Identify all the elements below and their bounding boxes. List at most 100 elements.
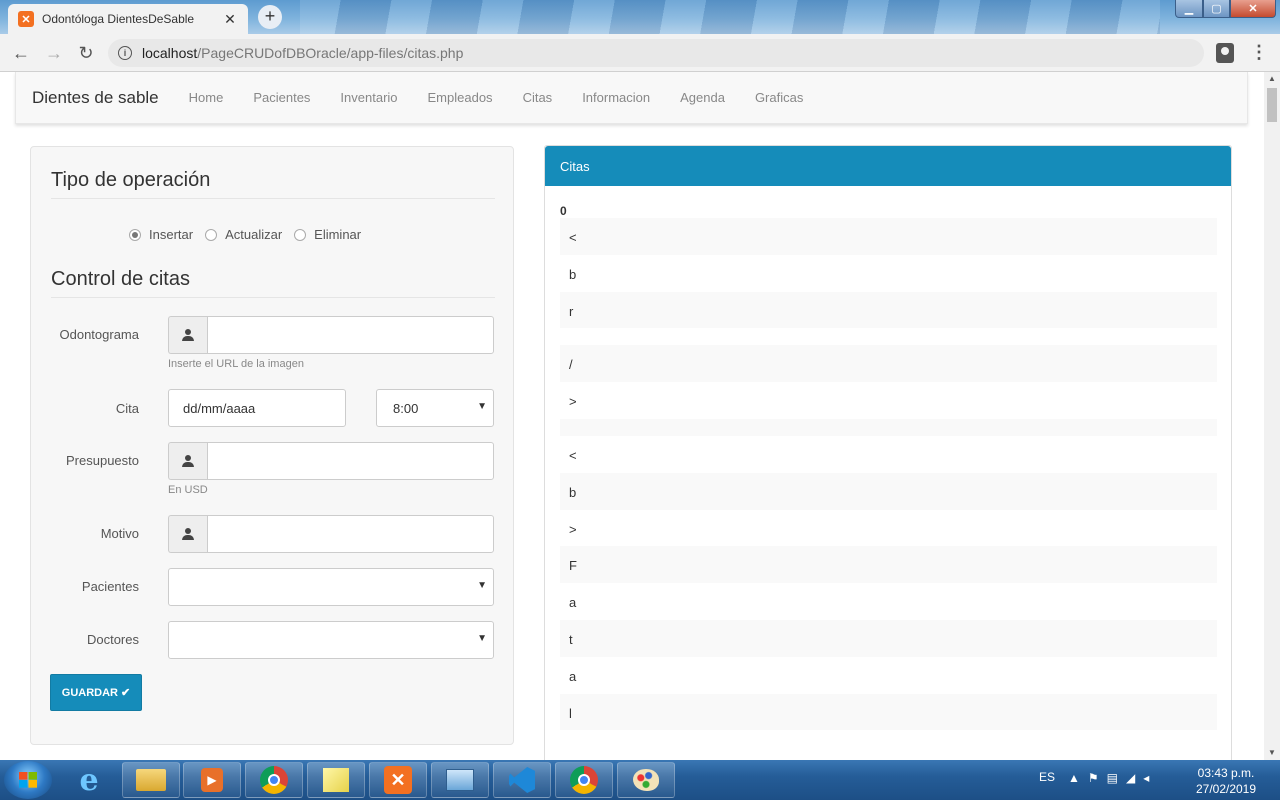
language-indicator[interactable]: ES	[1039, 770, 1055, 784]
list-item-spacer	[560, 328, 1217, 345]
motivo-input[interactable]	[207, 515, 494, 553]
list-item: a	[569, 595, 577, 611]
paint-icon[interactable]	[617, 762, 675, 798]
radio-eliminar-label[interactable]: Eliminar	[314, 227, 361, 242]
user-icon	[182, 455, 194, 467]
scroll-up-icon[interactable]: ▲	[1264, 72, 1280, 86]
chevron-down-icon: ▼	[477, 580, 487, 591]
chevron-down-icon: ▼	[477, 401, 487, 412]
xampp-icon[interactable]: ✕	[369, 762, 427, 798]
user-icon	[182, 329, 194, 341]
user-addon	[168, 316, 207, 354]
sticky-notes-icon[interactable]	[307, 762, 365, 798]
motivo-label: Motivo	[100, 526, 139, 541]
list-item: b	[560, 472, 1217, 510]
vscode-icon[interactable]	[493, 762, 551, 798]
nav-link-empleados[interactable]: Empleados	[428, 90, 493, 105]
cita-label: Cita	[115, 401, 139, 416]
chevron-down-icon: ▼	[477, 633, 487, 644]
odontograma-label: Odontograma	[59, 327, 140, 342]
internet-explorer-icon[interactable]: e	[60, 762, 118, 798]
operation-radio-group: Insertar Actualizar Eliminar	[129, 227, 365, 242]
page-scrollbar[interactable]: ▲ ▼	[1264, 72, 1280, 760]
list-item: t	[560, 619, 1217, 657]
url-path: /PageCRUDofDBOracle/app-files/citas.php	[197, 45, 464, 61]
browser-tab[interactable]: ✕ Odontóloga DientesDeSable ✕	[8, 4, 248, 34]
cita-date-input[interactable]: dd/mm/aaaa	[168, 389, 346, 427]
user-icon	[182, 528, 194, 540]
list-item: >	[569, 521, 577, 537]
list-item: a	[569, 668, 577, 684]
control-panel-icon[interactable]	[431, 762, 489, 798]
reload-icon[interactable]: ↻	[75, 42, 97, 64]
list-item: r	[560, 291, 1217, 329]
window-maximize-button[interactable]: ▢	[1203, 0, 1230, 18]
motivo-input-group	[168, 515, 494, 553]
nav-link-home[interactable]: Home	[189, 90, 224, 105]
radio-insertar[interactable]	[129, 228, 141, 241]
radio-actualizar[interactable]	[205, 228, 218, 241]
windows-taskbar: e ▶ ✕ ES ▲⚑▤◢◂ 03:43 p.m. 27/02/2019	[0, 760, 1280, 800]
browser-menu-icon[interactable]: ⋮	[1250, 42, 1268, 64]
user-addon	[168, 515, 207, 553]
nav-link-agenda[interactable]: Agenda	[680, 90, 725, 105]
odontograma-input-group	[168, 316, 494, 354]
presupuesto-input[interactable]	[207, 442, 494, 480]
list-item: b	[569, 266, 577, 282]
odontograma-input[interactable]	[207, 316, 494, 354]
pacientes-select[interactable]: ▼	[168, 568, 494, 606]
chrome-active-icon[interactable]	[555, 762, 613, 798]
tab-close-icon[interactable]: ✕	[222, 11, 238, 28]
back-arrow-icon[interactable]: ←	[10, 42, 32, 64]
media-player-icon[interactable]: ▶	[183, 762, 241, 798]
address-bar[interactable]: i localhost /PageCRUDofDBOracle/app-file…	[108, 39, 1204, 67]
citas-count: 0	[560, 204, 567, 218]
scroll-down-icon[interactable]: ▼	[1264, 746, 1280, 760]
nav-link-inventario[interactable]: Inventario	[340, 90, 397, 105]
cita-time-select[interactable]: 8:00 ▼	[376, 389, 494, 427]
nav-link-pacientes[interactable]: Pacientes	[253, 90, 310, 105]
pacientes-label: Pacientes	[81, 579, 139, 594]
browser-toolbar: ← → ↻ i localhost /PageCRUDofDBOracle/ap…	[0, 34, 1280, 72]
citas-panel-body: 0 < b r / > < b > F a t a l	[560, 198, 1217, 731]
presupuesto-input-group	[168, 442, 494, 480]
xampp-favicon-icon: ✕	[18, 11, 34, 27]
window-close-button[interactable]: ✕	[1230, 0, 1276, 18]
citas-list-panel: Citas 0 < b r / > < b > F a t a l	[544, 145, 1232, 760]
citas-form-panel: Tipo de operación Insertar Actualizar El…	[30, 146, 514, 745]
forward-arrow-icon[interactable]: →	[43, 42, 65, 64]
cita-time-value: 8:00	[393, 401, 419, 416]
list-item: <	[569, 447, 577, 463]
system-tray-icons[interactable]: ▲⚑▤◢◂	[1068, 771, 1157, 785]
guardar-button[interactable]: GUARDAR ✔	[50, 674, 142, 711]
navbar-brand[interactable]: Dientes de sable	[32, 88, 159, 108]
list-item: >	[569, 394, 577, 410]
nav-link-informacion[interactable]: Informacion	[582, 90, 650, 105]
user-addon	[168, 442, 207, 480]
list-item: l	[560, 693, 1217, 731]
doctores-label: Doctores	[86, 632, 139, 647]
file-explorer-icon[interactable]	[122, 762, 180, 798]
radio-eliminar[interactable]	[294, 228, 307, 241]
nav-link-graficas[interactable]: Graficas	[755, 90, 803, 105]
window-minimize-button[interactable]: ▁	[1175, 0, 1203, 18]
control-citas-heading: Control de citas	[51, 268, 495, 298]
operation-type-heading: Tipo de operación	[51, 169, 495, 199]
list-item: <	[560, 218, 1217, 255]
profile-icon[interactable]	[1216, 43, 1234, 63]
new-tab-button[interactable]: +	[258, 5, 282, 29]
radio-actualizar-label[interactable]: Actualizar	[225, 227, 282, 242]
nav-link-citas[interactable]: Citas	[523, 90, 553, 105]
odontograma-help: Inserte el URL de la imagen	[168, 358, 304, 370]
start-button[interactable]	[4, 761, 52, 799]
doctores-select[interactable]: ▼	[168, 621, 494, 659]
chrome-icon[interactable]	[245, 762, 303, 798]
presupuesto-label: Presupuesto	[66, 453, 139, 468]
scroll-thumb[interactable]	[1267, 88, 1277, 122]
site-navbar: Dientes de sable Home Pacientes Inventar…	[15, 72, 1248, 124]
radio-insertar-label[interactable]: Insertar	[149, 227, 193, 242]
list-item-spacer	[560, 418, 1217, 436]
info-icon[interactable]: i	[118, 46, 132, 60]
taskbar-clock[interactable]: 03:43 p.m. 27/02/2019	[1186, 765, 1266, 797]
list-item: F	[560, 546, 1217, 584]
